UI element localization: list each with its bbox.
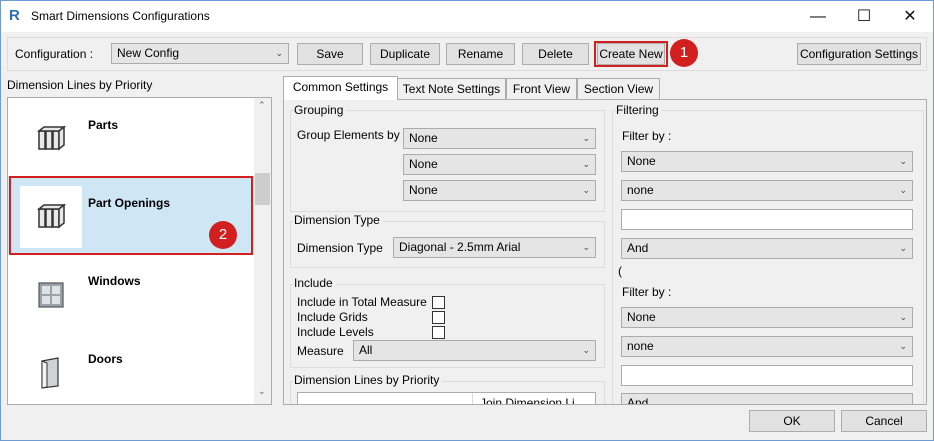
delete-button[interactable]: Delete (522, 43, 589, 65)
filter-operator-value: none (627, 339, 654, 353)
group-elements-select-3[interactable]: None ⌄ (403, 180, 596, 201)
filter-paren: ( (618, 264, 622, 278)
join-dimension-lines-column: Join Dimension Li (480, 396, 575, 405)
group-elements-select-value: None (409, 131, 438, 145)
dimension-type-select-value: Diagonal - 2.5mm Arial (399, 240, 521, 254)
filter-by-select-1[interactable]: None ⌄ (621, 151, 913, 172)
tab-content-panel: Grouping Group Elements by None ⌄ None ⌄… (283, 99, 927, 405)
filter-operator-select-1[interactable]: none ⌄ (621, 180, 913, 201)
measure-select-value: All (359, 343, 373, 357)
scroll-down-icon[interactable]: ⌄ (258, 386, 266, 397)
chevron-down-icon: ⌄ (899, 185, 907, 195)
scroll-up-icon[interactable]: ⌃ (258, 100, 266, 111)
tab-front-view[interactable]: Front View (506, 78, 577, 99)
close-icon[interactable]: ✕ (887, 1, 933, 32)
group-elements-select-1[interactable]: None ⌄ (403, 128, 596, 149)
chevron-down-icon: ⌄ (899, 243, 907, 253)
include-total-measure-label: Include in Total Measure (297, 295, 427, 309)
create-new-highlight (594, 41, 668, 67)
save-button[interactable]: Save (297, 43, 363, 65)
chevron-down-icon: ⌄ (899, 312, 907, 322)
include-total-measure-checkbox[interactable] (432, 296, 445, 309)
ok-button[interactable]: OK (749, 410, 835, 432)
rename-button[interactable]: Rename (446, 43, 515, 65)
grouping-title: Grouping (294, 103, 347, 117)
configuration-select-value: New Config (117, 46, 180, 60)
chevron-down-icon: ⌄ (582, 185, 590, 195)
chevron-down-icon: ⌄ (582, 242, 590, 252)
configuration-label: Configuration : (15, 47, 94, 61)
filter-logic-value: And (627, 396, 649, 405)
filtering-title: Filtering (616, 103, 662, 117)
filter-by-select-value: None (627, 154, 656, 168)
dimension-type-title: Dimension Type (294, 213, 383, 227)
chevron-down-icon: ⌄ (899, 156, 907, 166)
include-levels-checkbox[interactable] (432, 326, 445, 339)
door-icon (20, 342, 82, 404)
filter-logic-value: And (627, 241, 649, 255)
list-item-label: Parts (88, 118, 119, 132)
group-elements-select-value: None (409, 183, 438, 197)
filter-value-input-2[interactable] (621, 365, 913, 386)
dialog-window: R Smart Dimensions Configurations — ☐ ✕ … (0, 0, 934, 441)
scrollbar-thumb[interactable] (255, 173, 270, 205)
tab-text-note-settings[interactable]: Text Note Settings (397, 78, 506, 99)
filter-logic-select-2[interactable]: And ⌄ (621, 393, 913, 405)
filter-by-select-2[interactable]: None ⌄ (621, 307, 913, 328)
revit-app-icon: R (9, 7, 20, 24)
filter-operator-select-2[interactable]: none ⌄ (621, 336, 913, 357)
chevron-down-icon: ⌄ (582, 159, 590, 169)
group-elements-by-label: Group Elements by (297, 128, 400, 142)
chevron-down-icon: ⌄ (582, 345, 590, 355)
grid-column-divider (472, 393, 473, 404)
dimension-type-select[interactable]: Diagonal - 2.5mm Arial ⌄ (393, 237, 596, 258)
tab-common-settings[interactable]: Common Settings (283, 76, 398, 100)
window-title: Smart Dimensions Configurations (31, 9, 210, 23)
chevron-down-icon: ⌄ (582, 133, 590, 143)
annotation-badge-2: 2 (209, 221, 237, 249)
list-item-doors[interactable]: Doors (8, 332, 255, 404)
dimension-type-label: Dimension Type (297, 241, 383, 255)
window-icon (20, 264, 82, 326)
configuration-settings-button[interactable]: Configuration Settings (797, 43, 921, 65)
parts-icon (20, 108, 82, 170)
include-levels-label: Include Levels (297, 325, 374, 339)
tab-section-view[interactable]: Section View (577, 78, 660, 99)
include-grids-label: Include Grids (297, 310, 368, 324)
priority-section-title: Dimension Lines by Priority (294, 373, 443, 387)
measure-select[interactable]: All ⌄ (353, 340, 596, 361)
list-item-windows[interactable]: Windows (8, 254, 255, 332)
annotation-badge-1: 1 (670, 39, 698, 67)
filter-by-label-2: Filter by : (622, 285, 672, 299)
minimize-icon[interactable]: — (795, 1, 841, 32)
list-scrollbar[interactable]: ⌃ ⌄ (254, 98, 271, 404)
include-title: Include (294, 276, 336, 290)
group-elements-select-2[interactable]: None ⌄ (403, 154, 596, 175)
filter-by-label-1: Filter by : (622, 129, 672, 143)
chevron-down-icon: ⌄ (275, 48, 283, 58)
left-panel-title: Dimension Lines by Priority (7, 78, 153, 92)
configuration-select[interactable]: New Config ⌄ (111, 43, 289, 64)
list-item-label: Windows (88, 274, 141, 288)
maximize-icon[interactable]: ☐ (841, 1, 887, 32)
chevron-down-icon: ⌄ (899, 398, 907, 405)
priority-grid[interactable]: Join Dimension Li (297, 392, 596, 405)
duplicate-button[interactable]: Duplicate (370, 43, 440, 65)
filter-by-select-value: None (627, 310, 656, 324)
title-bar: R Smart Dimensions Configurations — ☐ ✕ (1, 1, 933, 32)
list-item-parts[interactable]: Parts (8, 98, 255, 176)
group-elements-select-value: None (409, 157, 438, 171)
filter-operator-value: none (627, 183, 654, 197)
cancel-button[interactable]: Cancel (841, 410, 927, 432)
include-grids-checkbox[interactable] (432, 311, 445, 324)
filter-value-input-1[interactable] (621, 209, 913, 230)
filter-logic-select-1[interactable]: And ⌄ (621, 238, 913, 259)
list-item-label: Doors (88, 352, 123, 366)
measure-label: Measure (297, 344, 344, 358)
chevron-down-icon: ⌄ (899, 341, 907, 351)
